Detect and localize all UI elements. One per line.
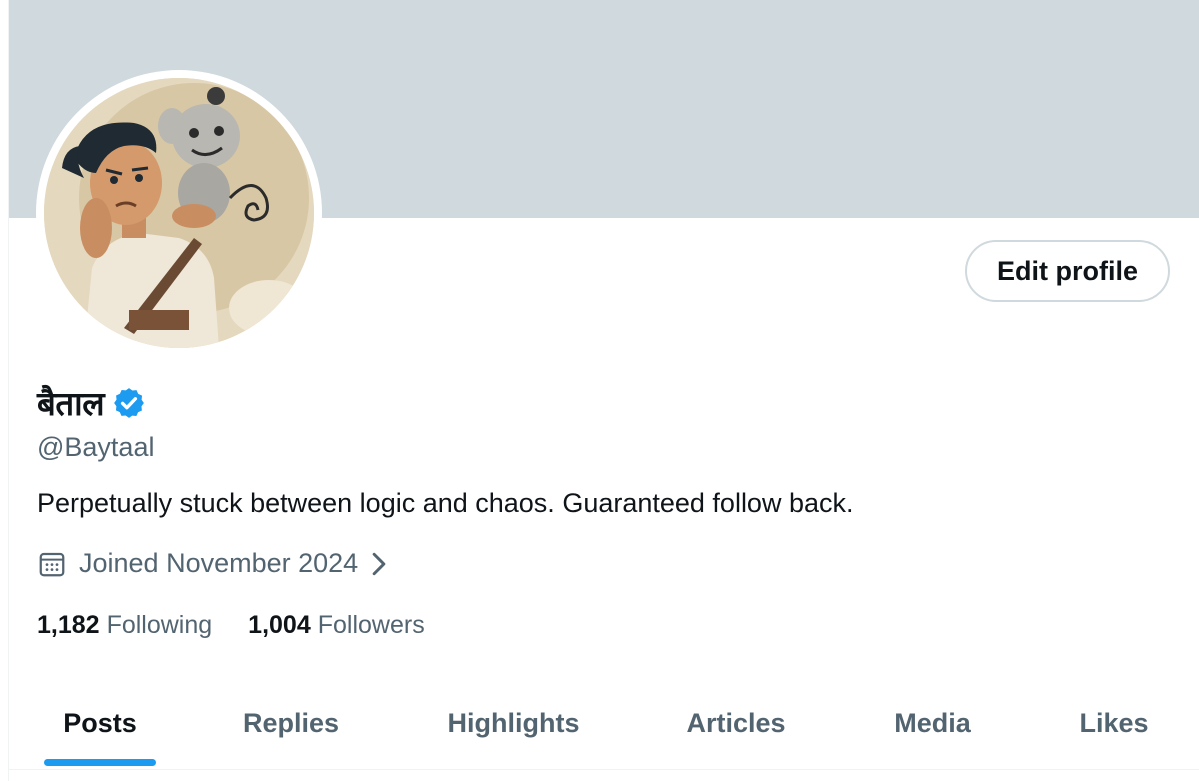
user-bio: Perpetually stuck between logic and chao… — [37, 488, 854, 518]
tab-replies[interactable]: Replies — [191, 680, 391, 766]
active-tab-indicator — [44, 759, 156, 766]
tab-posts[interactable]: Posts — [9, 680, 191, 766]
followers-link[interactable]: 1,004 Followers — [248, 611, 425, 640]
verified-badge-icon[interactable] — [112, 386, 146, 420]
avatar[interactable] — [44, 78, 314, 348]
edit-profile-button[interactable]: Edit profile — [965, 240, 1170, 302]
tab-media[interactable]: Media — [836, 680, 1029, 766]
followers-label: Followers — [317, 611, 425, 639]
following-count: 1,182 — [37, 611, 100, 639]
display-name: बैताल — [37, 384, 105, 423]
tabs-bottom-divider — [9, 769, 1199, 770]
follow-stats: 1,182 Following 1,004 Followers — [37, 611, 425, 640]
following-label: Following — [106, 611, 213, 639]
joined-date-text: Joined November 2024 — [79, 548, 359, 578]
tab-articles[interactable]: Articles — [636, 680, 836, 766]
following-link[interactable]: 1,182 Following — [37, 611, 212, 640]
joined-date-row[interactable]: Joined November 2024 — [37, 548, 390, 579]
profile-tabs: Posts Replies Highlights Articles Media … — [9, 680, 1199, 770]
calendar-icon — [39, 552, 65, 576]
followers-count: 1,004 — [248, 611, 311, 639]
user-handle: @Baytaal — [37, 432, 155, 462]
tab-likes[interactable]: Likes — [1029, 680, 1199, 766]
name-row: बैताल — [37, 380, 146, 425]
avatar-illustration — [44, 78, 314, 348]
tab-highlights[interactable]: Highlights — [391, 680, 636, 766]
chevron-right-icon — [372, 552, 386, 575]
